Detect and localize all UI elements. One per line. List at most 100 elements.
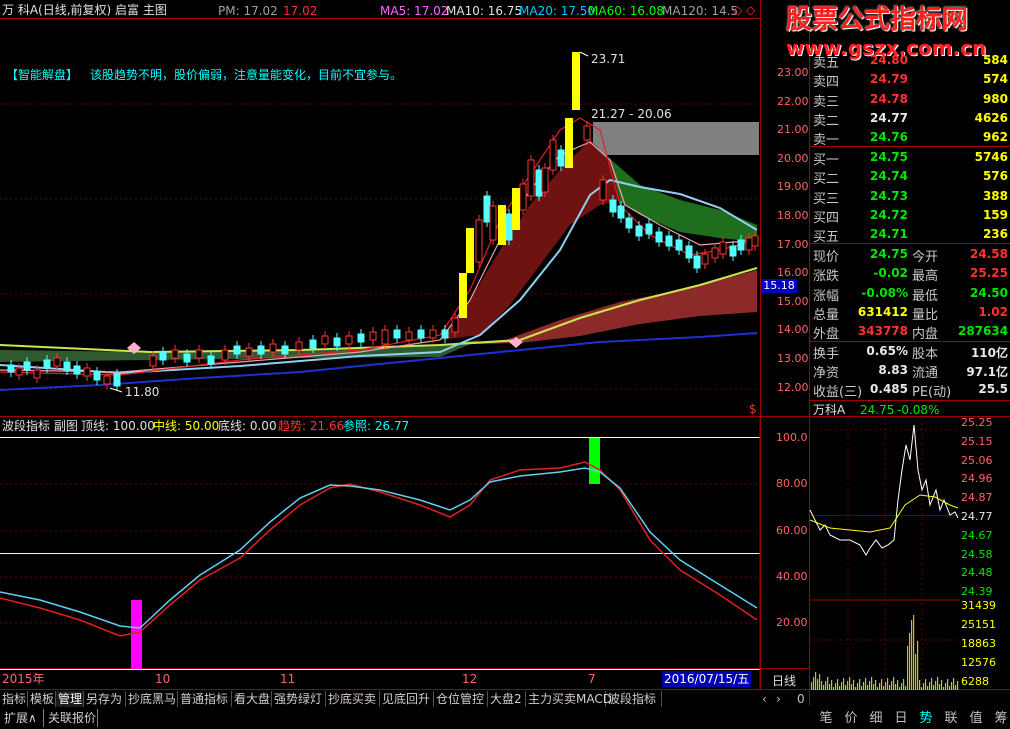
price-tick: 13.00: [777, 352, 809, 365]
tab-4[interactable]: 抄底黑马: [126, 691, 178, 707]
mini-volume-bar: [899, 687, 901, 690]
bottom-tab-0[interactable]: 扩展∧: [0, 709, 44, 727]
trend-line: [0, 461, 758, 637]
mini-volume-tick: 6288: [961, 675, 989, 688]
price-tick: 15.00: [777, 294, 809, 308]
mini-price-tick: 24.48: [961, 566, 993, 580]
buy-price[interactable]: 24.73: [856, 189, 908, 203]
mini-volume-bar: [903, 679, 905, 690]
candle-body: [701, 253, 709, 265]
sell-price[interactable]: 24.78: [856, 92, 908, 106]
mini-volume-bar: [947, 679, 949, 690]
buy-price[interactable]: 24.71: [856, 227, 908, 241]
mini-volume-bar: [943, 687, 945, 690]
mini-volume-bar: [861, 686, 863, 690]
mini-volume-bar: [839, 686, 841, 690]
sell-label: 卖五: [813, 56, 840, 71]
quote-value: 25.25: [970, 266, 1008, 281]
quote-label: 外盘: [813, 327, 840, 343]
mini-volume-bar: [907, 646, 909, 690]
tab-2[interactable]: 管理: [56, 691, 84, 707]
buy-label: 买一: [813, 153, 840, 168]
tab-8[interactable]: 抄底买卖: [326, 691, 380, 707]
tab-1[interactable]: 模板: [28, 691, 56, 707]
candle-body: [685, 245, 693, 259]
mini-volume-bar: [869, 681, 871, 690]
tab-7[interactable]: 强势绿灯: [272, 691, 326, 707]
mini-volume-bar: [883, 686, 885, 690]
sub-grid: [0, 437, 760, 670]
mini-price-tick: 24.58: [961, 547, 993, 561]
candle-body: [645, 223, 653, 235]
nav-right-icon[interactable]: ›: [776, 692, 781, 706]
buy-label: 买三: [813, 191, 840, 207]
mini-price-tick: 24.67: [961, 528, 993, 542]
quote-value: 8.83: [878, 362, 908, 377]
mini-price-tick: 24.77: [961, 510, 993, 523]
mini-volume-bar: [935, 681, 937, 690]
buy-price[interactable]: 24.74: [856, 169, 908, 183]
sell-price[interactable]: 24.77: [856, 111, 908, 125]
right-tab-3[interactable]: 日: [890, 710, 912, 728]
tab-9[interactable]: 见底回升: [380, 691, 434, 707]
buy-price[interactable]: 24.75: [856, 150, 908, 164]
right-tab-6[interactable]: 值: [965, 710, 987, 728]
quote-value: -0.02: [873, 266, 908, 281]
trend-label: 趋势: 21.66: [278, 419, 345, 433]
quote-value: 110亿: [970, 345, 1008, 360]
buy-price[interactable]: 24.72: [856, 208, 908, 222]
mini-volume-bar: [835, 683, 837, 690]
quote-label: 股本: [912, 346, 939, 362]
tab-10[interactable]: 仓位管控: [434, 691, 488, 707]
mini-volume-bar: [891, 681, 893, 690]
quote-value: 24.75: [870, 247, 908, 261]
candle-body: [599, 179, 607, 201]
sell-price[interactable]: 24.76: [856, 130, 908, 144]
sub-title: 波段指标 副图: [2, 419, 78, 433]
scale-icon[interactable]: $: [749, 402, 757, 416]
sell-label: 卖三: [813, 94, 840, 110]
mini-price-tick: 25.25: [961, 416, 993, 429]
tab-11[interactable]: 大盘2: [488, 691, 526, 707]
high-label: 23.71: [591, 52, 626, 66]
mini-volume-bar: [909, 633, 911, 690]
quote-label: 最高: [912, 269, 939, 285]
mini-volume-bar: [853, 680, 855, 690]
mini-volume-bar: [825, 681, 827, 690]
tab-13[interactable]: 波段指标: [606, 691, 662, 707]
mini-volume-bar: [937, 677, 939, 690]
sell-price[interactable]: 24.80: [856, 53, 908, 67]
right-tab-5[interactable]: 联: [940, 710, 962, 728]
buy-label: 买二: [813, 172, 840, 188]
right-tab-1[interactable]: 价: [840, 710, 862, 728]
ma5-line: [0, 117, 758, 376]
candle-body: [63, 361, 71, 371]
right-tab-0[interactable]: 笔: [815, 710, 837, 728]
quote-label: 内盘: [912, 327, 939, 343]
right-tab-7[interactable]: 筹: [990, 710, 1010, 728]
nav-zero-icon[interactable]: 0: [797, 692, 805, 706]
tab-3[interactable]: 另存为: [84, 691, 126, 707]
resistance-band: [593, 122, 759, 155]
candle-body: [333, 337, 341, 347]
candle-body: [719, 241, 727, 255]
nav-left-icon[interactable]: ‹: [762, 692, 767, 706]
candle-body: [417, 329, 425, 339]
price-tick: 21.00: [777, 123, 809, 137]
period-label[interactable]: 日线: [772, 674, 796, 688]
right-tab-2[interactable]: 细: [865, 710, 887, 728]
tab-6[interactable]: 看大盘: [232, 691, 272, 707]
bottom-tab-1[interactable]: 关联报价: [44, 709, 98, 727]
tab-12[interactable]: 主力买卖MACD: [526, 691, 612, 707]
right-tab-4[interactable]: 势: [915, 710, 937, 728]
quote-label: 总量: [813, 307, 840, 323]
mini-volume-bar: [949, 686, 951, 690]
sell-price[interactable]: 24.79: [856, 72, 908, 86]
mini-volume-bar: [833, 687, 835, 690]
tab-5[interactable]: 普通指标: [178, 691, 232, 707]
mini-volume-bar: [843, 678, 845, 690]
candle-body: [257, 345, 265, 355]
tab-0[interactable]: 指标: [0, 691, 28, 707]
mini-volume-bar: [871, 677, 873, 690]
price-tick: 18.00: [777, 209, 809, 222]
